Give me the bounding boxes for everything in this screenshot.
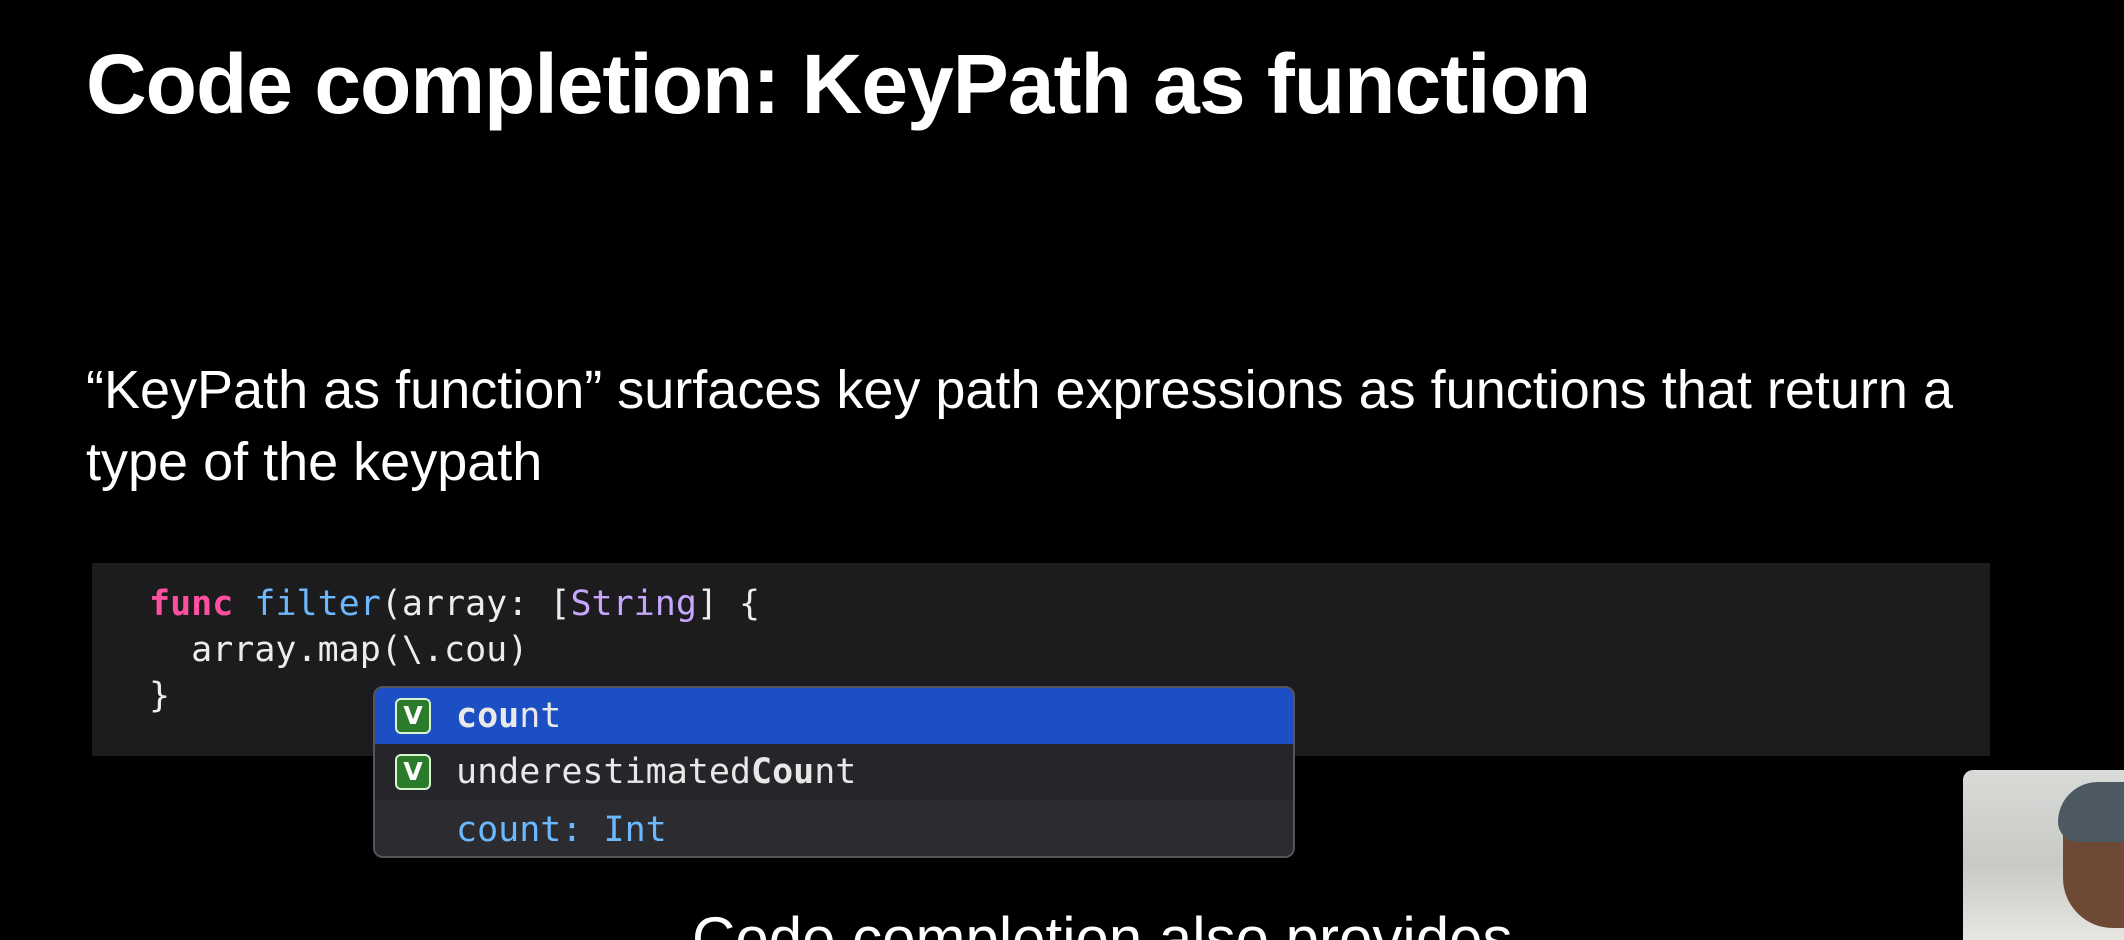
- completion-detail-type: Int: [603, 810, 667, 850]
- variable-badge-icon: V: [395, 754, 431, 790]
- completion-item-label: count: [456, 688, 561, 744]
- completion-item-underestimated-count[interactable]: V underestimatedCount: [375, 744, 1293, 800]
- slide-body-text: “KeyPath as function” surfaces key path …: [86, 354, 2124, 498]
- completion-match-text: cou: [456, 696, 520, 736]
- completion-detail-row: count: Int: [375, 800, 1293, 856]
- presenter-video-thumbnail: [1963, 770, 2124, 940]
- slide-title: Code completion: KeyPath as function: [86, 37, 1591, 131]
- video-caption: Code completion also provides: [692, 905, 1513, 940]
- code-line-2: array.map(\.cou): [149, 630, 529, 670]
- variable-badge-icon: V: [395, 698, 431, 734]
- slide-body-line-2: type of the keypath: [86, 432, 543, 492]
- completion-match-text: Cou: [751, 752, 815, 792]
- code-function-name: filter: [254, 584, 381, 624]
- completion-item-label: underestimatedCount: [456, 744, 856, 800]
- completion-rest-text: nt: [519, 696, 562, 736]
- code-params-close: ] {: [696, 584, 761, 624]
- completion-rest-text: nt: [814, 752, 857, 792]
- completion-detail-name: count:: [456, 810, 583, 850]
- code-keyword: func: [149, 584, 234, 624]
- completion-detail-text: count: Int: [456, 800, 667, 856]
- code-completion-popup[interactable]: V count V underestimatedCount count: Int: [373, 686, 1295, 858]
- presenter-cap: [2058, 782, 2124, 842]
- code-line-3: }: [149, 676, 171, 716]
- code-line-1: func filter(array: [String] {: [149, 581, 760, 627]
- slide-body-line-1: “KeyPath as function” surfaces key path …: [86, 360, 1953, 420]
- code-params-open: (array: [: [380, 584, 571, 624]
- code-type-name: String: [570, 584, 697, 624]
- completion-prefix-text: underestimated: [456, 752, 752, 792]
- completion-item-count[interactable]: V count: [375, 688, 1293, 744]
